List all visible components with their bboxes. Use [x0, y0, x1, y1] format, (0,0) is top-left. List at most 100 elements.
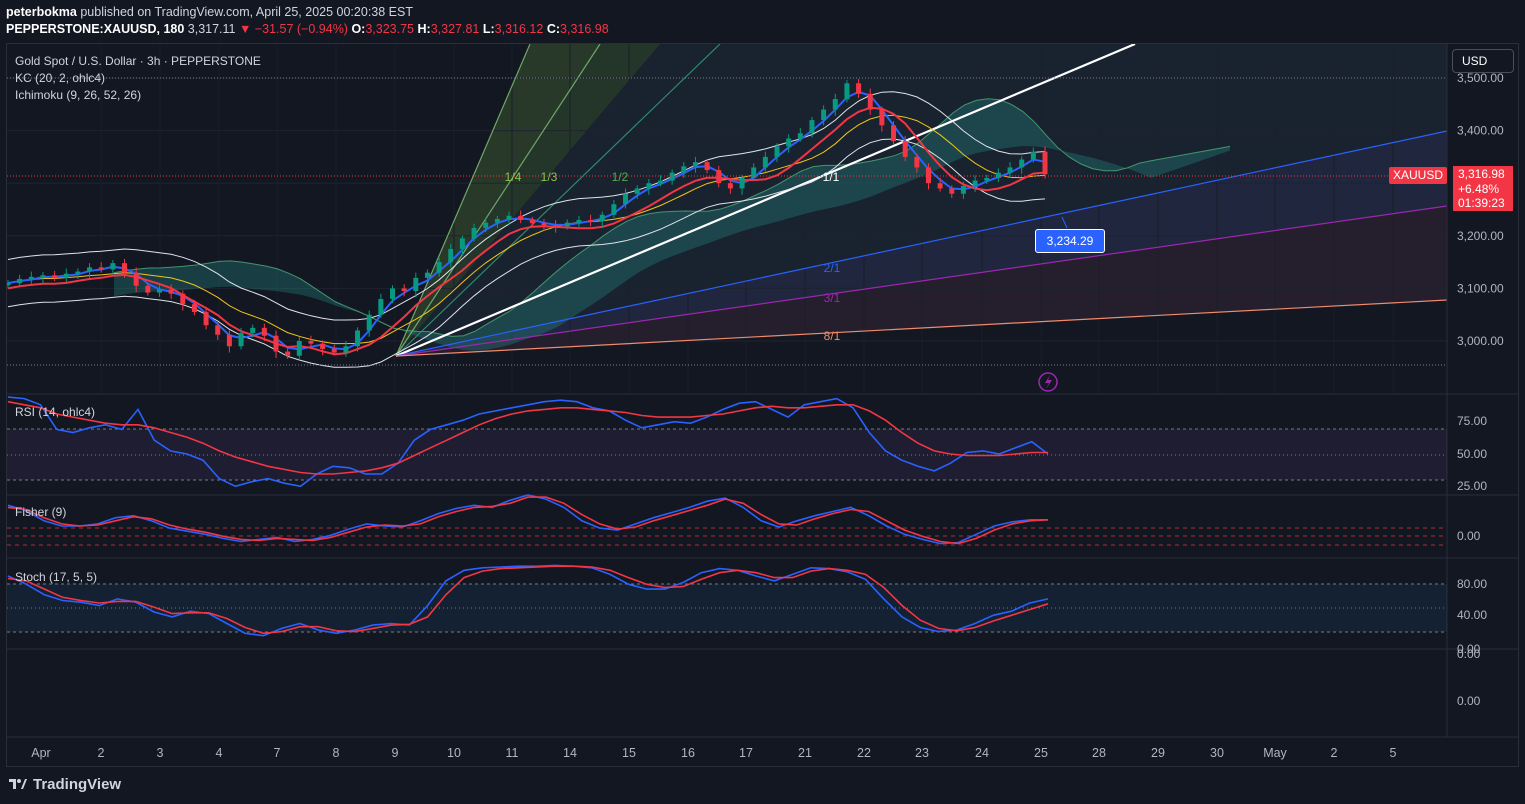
- candle-body: [692, 162, 698, 167]
- candle-body: [320, 343, 326, 349]
- time-tick: 4: [216, 746, 223, 760]
- price-tick: 3,100.00: [1457, 281, 1504, 295]
- symbol-price-label: XAUUSD: [1389, 167, 1447, 184]
- candle-body: [844, 83, 850, 100]
- candle-body: [87, 267, 93, 272]
- time-tick: 24: [975, 746, 989, 760]
- candle-body: [518, 215, 524, 221]
- rsi-label[interactable]: RSI (14, ohlc4): [15, 405, 95, 419]
- legend-ichimoku[interactable]: Ichimoku (9, 26, 52, 26): [15, 87, 261, 104]
- time-tick: 25: [1034, 746, 1048, 760]
- candle-body: [704, 162, 710, 171]
- candle-body: [40, 275, 46, 277]
- candle-body: [7, 283, 11, 286]
- indicator-tick: 75.00: [1457, 414, 1487, 428]
- candle-body: [17, 278, 23, 284]
- fan-label: 1/1: [823, 170, 840, 184]
- time-tick: 29: [1151, 746, 1165, 760]
- currency-button[interactable]: USD: [1452, 49, 1514, 73]
- candle-body: [180, 293, 186, 305]
- fan-label: 1/4: [505, 170, 522, 184]
- candle-body: [459, 238, 465, 249]
- time-tick: 3: [157, 746, 164, 760]
- stoch-label[interactable]: Stoch (17, 5, 5): [15, 570, 97, 584]
- price-tick: 3,400.00: [1457, 124, 1504, 138]
- candle-body: [203, 312, 209, 326]
- candle-body: [809, 120, 815, 134]
- time-tick: 11: [506, 746, 519, 760]
- stoch-pane: [7, 564, 1447, 637]
- candle-body: [914, 156, 920, 168]
- current-price-tag: 3,316.98 +6.48% 01:39:23: [1453, 166, 1513, 211]
- candle-body: [902, 141, 908, 157]
- time-tick: 5: [1390, 746, 1397, 760]
- indicator-tick: 0.00: [1457, 694, 1481, 708]
- indicator-tick: 0.00: [1457, 647, 1481, 661]
- time-axis[interactable]: Apr 2 3 4 7 8 9 10 11 14 15 16 17 21 22 23 24 25 28 29 30 May…: [31, 746, 1396, 760]
- candle-body: [250, 327, 256, 334]
- candle-body: [1030, 151, 1036, 160]
- fisher-pane: [7, 494, 1447, 546]
- candle-body: [576, 220, 582, 223]
- candle-body: [564, 222, 570, 227]
- candle-body: [867, 93, 873, 110]
- time-tick: May: [1263, 746, 1287, 760]
- candle-body: [378, 298, 384, 315]
- candle-body: [122, 263, 128, 273]
- candle-body: [98, 267, 104, 270]
- price-callout[interactable]: 3,234.29: [1035, 229, 1105, 253]
- candle-body: [75, 271, 81, 274]
- candle-body: [774, 146, 780, 157]
- time-tick: 8: [333, 746, 340, 760]
- candle-body: [424, 272, 430, 278]
- candle-body: [995, 172, 1001, 178]
- tradingview-logo[interactable]: TradingView: [7, 776, 121, 793]
- rsi-pane: [7, 396, 1447, 488]
- time-tick: 15: [622, 746, 636, 760]
- candle-body: [821, 109, 827, 121]
- candle-body: [226, 334, 232, 347]
- candle-body: [832, 99, 838, 110]
- candle-body: [623, 193, 629, 205]
- time-tick: 2: [98, 746, 105, 760]
- candle-body: [762, 156, 768, 168]
- candle-body: [646, 183, 652, 189]
- indicator-line: [7, 496, 1049, 545]
- fisher-label[interactable]: Fisher (9): [15, 505, 66, 519]
- candle-body: [611, 204, 617, 215]
- candle-body: [925, 167, 931, 184]
- candle-body: [669, 172, 675, 181]
- candle-body: [1019, 159, 1025, 168]
- time-tick: 2: [1331, 746, 1338, 760]
- candle-body: [681, 166, 687, 173]
- candle-body: [588, 220, 594, 222]
- time-tick: 28: [1092, 746, 1106, 760]
- tradingview-logo-icon: [9, 779, 27, 789]
- candle-body: [191, 304, 197, 313]
- legend-title[interactable]: Gold Spot / U.S. Dollar · 3h · PEPPERSTO…: [15, 53, 261, 70]
- candle-body: [448, 248, 454, 263]
- candle-body: [401, 288, 407, 292]
- candle-body: [716, 170, 722, 184]
- time-tick: 30: [1210, 746, 1224, 760]
- candle-body: [145, 285, 151, 293]
- candle-body: [984, 177, 990, 181]
- indicator-tick: 80.00: [1457, 577, 1487, 591]
- fan-label: 1/3: [541, 170, 558, 184]
- brand-name: TradingView: [33, 776, 122, 793]
- candle-body: [739, 177, 745, 189]
- price-tick: 3,000.00: [1457, 334, 1504, 348]
- candle-body: [483, 222, 489, 228]
- chart-legend: Gold Spot / U.S. Dollar · 3h · PEPPERSTO…: [15, 53, 261, 104]
- time-tick: 17: [739, 746, 753, 760]
- candle-body: [413, 277, 419, 292]
- time-tick: 7: [274, 746, 281, 760]
- time-tick: 16: [681, 746, 695, 760]
- time-tick: 23: [915, 746, 929, 760]
- candle-body: [133, 272, 139, 286]
- legend-kc[interactable]: KC (20, 2, ohlc4): [15, 70, 261, 87]
- candle-body: [156, 289, 162, 293]
- chart-canvas[interactable]: 3,500.003,400.003,300.003,200.003,100.00…: [0, 0, 1525, 804]
- fan-label: 2/1: [824, 261, 841, 275]
- candle-body: [972, 180, 978, 186]
